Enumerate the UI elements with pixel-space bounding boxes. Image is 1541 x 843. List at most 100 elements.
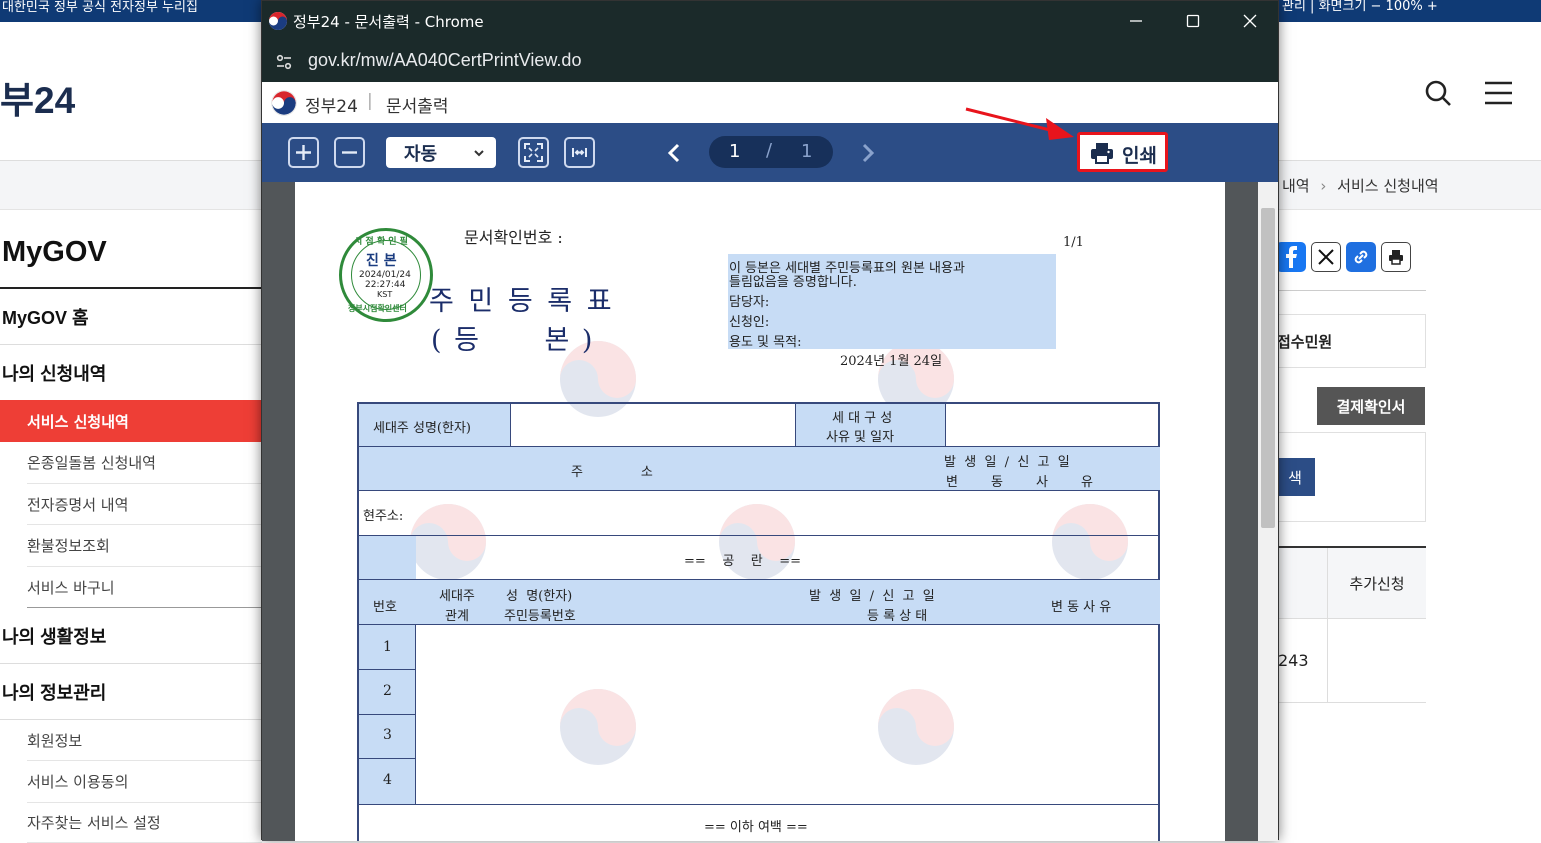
notice-officer: 담당자: (729, 295, 770, 310)
chevron-right-icon: › (1320, 177, 1327, 195)
report-date-header-1: 발 생 일 / 신 고 일 (944, 455, 1070, 470)
print-button[interactable]: 인쇄 (1077, 132, 1168, 172)
site-logo[interactable]: 부24 (0, 70, 75, 124)
sidebar-subitem-member[interactable]: 회원정보 (27, 720, 262, 761)
viewer-scrollbar[interactable] (1258, 182, 1278, 841)
column-header-name-2: 주민등록번호 (504, 609, 576, 624)
current-address-label: 현주소: (363, 509, 404, 524)
document-viewer[interactable]: 1/1 문서확인번호 : 시 점 확 인 필 진 본 2024/01/24 22… (262, 182, 1278, 841)
zoom-select[interactable]: 자동 (386, 137, 496, 168)
breadcrumb-item[interactable]: 내역 (1282, 177, 1310, 195)
scrollbar-thumb[interactable] (1261, 208, 1275, 528)
popup-site-header: 정부24 | 문서출력 (262, 82, 1278, 123)
site-info-icon[interactable] (274, 52, 294, 72)
seal-bottom-text: 정부시점확인센터 (348, 304, 407, 313)
print-icon[interactable] (1381, 242, 1411, 272)
facebook-share-icon[interactable] (1276, 242, 1306, 272)
page-name: 문서출력 (386, 97, 449, 117)
address-bar[interactable]: gov.kr/mw/AA040CertPrintView.do (262, 41, 1278, 82)
sidebar-subitem-service-apply[interactable]: 서비스 신청내역 (0, 400, 262, 442)
search-icon[interactable] (1421, 76, 1455, 110)
maximize-icon[interactable] (1185, 13, 1201, 29)
arrow-annotation-icon (965, 107, 1074, 140)
notice-purpose: 용도 및 목적: (729, 335, 802, 350)
table-row-number: 2 (383, 683, 392, 699)
column-header-name-1: 성 명(한자) (506, 589, 573, 604)
column-header-relation-1: 세대주 (439, 589, 475, 604)
sidebar-title: MyGOV (2, 236, 107, 268)
sidebar-subitem-refund[interactable]: 환불정보조회 (27, 525, 262, 567)
timestamp-seal: 시 점 확 인 필 진 본 2024/01/24 22:27:44 KST 정부… (339, 228, 433, 322)
gov24-favicon-icon (269, 12, 287, 30)
x-share-icon[interactable] (1311, 242, 1341, 272)
breadcrumb-item-current[interactable]: 서비스 신청내역 (1337, 177, 1438, 195)
page-mark: 1/1 (1063, 235, 1084, 250)
link-copy-icon[interactable] (1346, 242, 1376, 272)
household-form-label-2: 사유 및 일자 (826, 430, 895, 445)
end-marker: == 이하 여백 == (704, 820, 808, 835)
column-header-date-2: 등 록 상 태 (867, 609, 928, 624)
screen-size-controls[interactable]: 관리 | 화면크기 − 100% + (1282, 0, 1438, 14)
page-sep: / (766, 140, 773, 161)
sidebar-subitem-basket[interactable]: 서비스 바구니 (27, 567, 262, 608)
divider (1278, 290, 1426, 291)
tab-received-label: 접수민원 (1277, 332, 1333, 351)
site-sep: | (367, 91, 373, 111)
table-header-row (359, 580, 1160, 625)
sidebar-item-life[interactable]: 나의 생활정보 (0, 608, 262, 664)
seal-top-text: 시 점 확 인 필 (354, 237, 408, 247)
page-current: 1 (729, 141, 741, 162)
divider (1327, 548, 1328, 702)
site-name: 정부24 (305, 97, 358, 117)
table-row-number: 1 (383, 639, 392, 655)
tab-received[interactable]: 접수민원 (1275, 314, 1426, 368)
minus-icon (342, 151, 357, 154)
household-form-label-1: 세 대 구 성 (832, 411, 893, 426)
certification-notice: 이 등본은 세대별 주민등록표의 원본 내용과 틀림없음을 증명합니다. 담당자… (728, 254, 1056, 350)
seal-time: 22:27:44 (365, 280, 406, 290)
sidebar-subitem-favorites[interactable]: 자주찾는 서비스 설정 (27, 803, 262, 843)
column-header-date-1: 발 생 일 / 신 고 일 (809, 589, 935, 604)
close-icon[interactable] (1242, 13, 1258, 29)
prev-page-icon[interactable] (664, 142, 684, 164)
sidebar-item-info[interactable]: 나의 정보관리 (0, 664, 262, 720)
notice-applicant: 신청인: (729, 315, 770, 330)
plus-icon (296, 145, 311, 160)
sidebar-subitem-ecert[interactable]: 전자증명서 내역 (27, 484, 262, 525)
zoom-out-button[interactable] (334, 137, 365, 168)
payment-confirm-button[interactable]: 결제확인서 (1317, 387, 1425, 425)
sidebar-subitem-consent[interactable]: 서비스 이용동의 (27, 761, 262, 803)
fit-width-button[interactable] (564, 137, 595, 168)
search-button[interactable]: 색 (1275, 458, 1315, 496)
sidebar-item-apply[interactable]: 나의 신청내역 (0, 345, 262, 400)
fit-page-icon (524, 143, 543, 162)
minimize-icon[interactable] (1128, 13, 1144, 29)
notice-line-2: 틀림없음을 증명합니다. (729, 275, 857, 290)
resident-registration-table: 세대주 성명(한자) 세 대 구 성 사유 및 일자 주 소 발 생 일 / 신… (357, 402, 1160, 841)
window-title: 정부24 - 문서출력 - Chrome (293, 13, 484, 31)
seal-center-text: 진 본 (366, 253, 397, 269)
column-header-relation-2: 관계 (445, 609, 469, 624)
page-indicator[interactable]: 1 / 1 (709, 136, 833, 168)
table-cell: 243 (1278, 651, 1309, 670)
fit-width-icon (572, 148, 587, 157)
next-page-icon[interactable] (858, 142, 878, 164)
document-subtitle: ( 등 본 ) (431, 325, 595, 356)
gov-banner-text: 대한민국 정부 공식 전자정부 누리집 (2, 0, 198, 15)
column-header-additional: 추가신청 (1349, 575, 1405, 593)
sidebar-subitem-care[interactable]: 온종일돌봄 신청내역 (27, 442, 262, 484)
table-row-number: 4 (383, 772, 392, 788)
gov24-logo-icon (271, 90, 297, 116)
table-row-number: 3 (383, 727, 392, 743)
zoom-in-button[interactable] (288, 137, 319, 168)
printer-icon (1091, 143, 1113, 164)
seal-date: 2024/01/24 (359, 270, 411, 280)
document-title: 주 민 등 록 표 (429, 286, 615, 317)
print-button-label: 인쇄 (1122, 145, 1157, 167)
fit-page-button[interactable] (518, 137, 549, 168)
menu-icon[interactable] (1482, 76, 1516, 110)
print-popup-window: 정부24 - 문서출력 - Chrome gov.kr/mw/AA040Cert… (261, 0, 1279, 841)
issue-date: 2024년 1월 24일 (840, 354, 943, 369)
sidebar-item-mygov-home[interactable]: MyGOV 홈 (0, 289, 262, 345)
document-page: 1/1 문서확인번호 : 시 점 확 인 필 진 본 2024/01/24 22… (295, 182, 1225, 841)
